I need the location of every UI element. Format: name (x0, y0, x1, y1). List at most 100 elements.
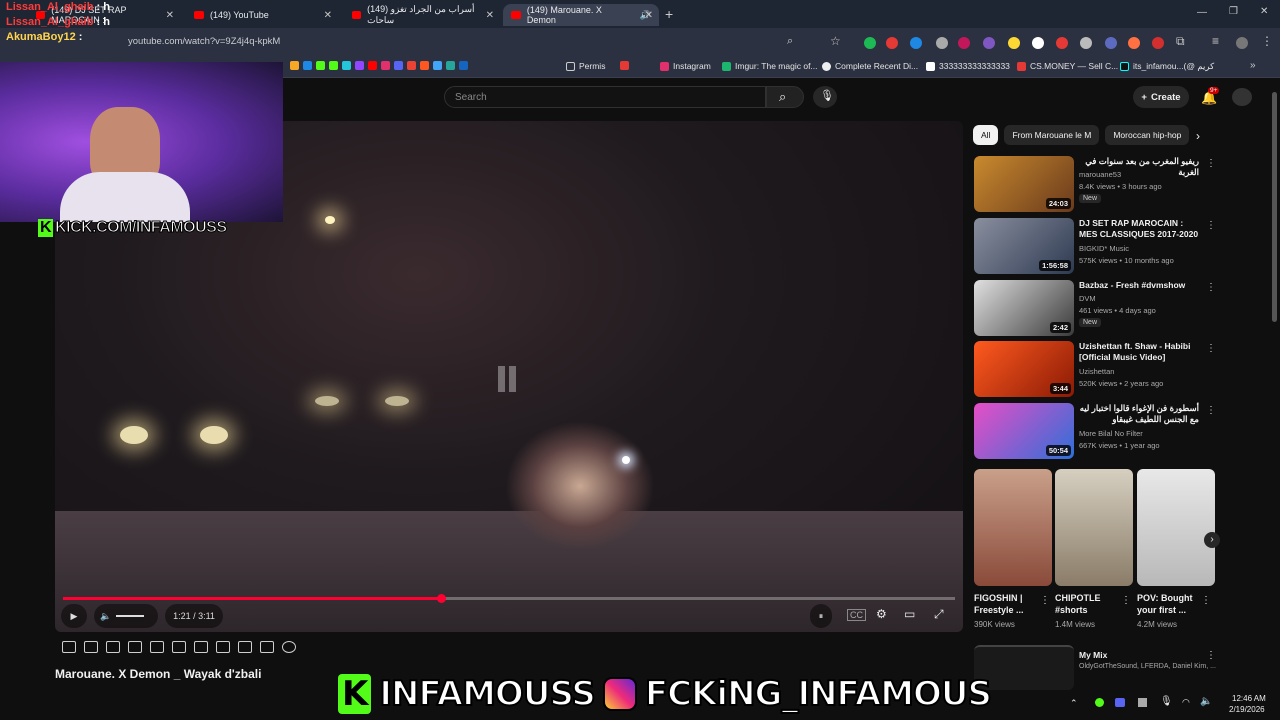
gear-icon[interactable] (282, 641, 296, 653)
fullscreen-icon[interactable]: ⤢ (934, 607, 944, 622)
extension-icon[interactable] (1128, 37, 1140, 49)
thumbnail[interactable]: 3:44 (974, 341, 1074, 397)
pip-icon[interactable] (150, 641, 164, 653)
close-window-button[interactable]: ✕ (1260, 6, 1268, 17)
calendar-icon[interactable] (128, 641, 142, 653)
bookmark-icon[interactable] (342, 61, 351, 70)
playlist-icon[interactable] (106, 641, 120, 653)
kick-icon[interactable] (316, 61, 325, 70)
close-icon[interactable]: ✕ (166, 10, 174, 21)
instagram-icon[interactable] (381, 61, 390, 70)
thumbnail[interactable]: 24:03 (974, 156, 1074, 212)
more-options-icon[interactable]: ⋮ (1201, 595, 1211, 606)
chip-from-channel[interactable]: From Marouane le M (1004, 125, 1100, 145)
theater-mode-icon[interactable]: ▭ (904, 607, 915, 621)
binance-icon[interactable] (290, 61, 299, 70)
bookmark-icon[interactable] (420, 61, 429, 70)
more-options-icon[interactable]: ⋮ (1206, 343, 1216, 354)
chip-all[interactable]: All (973, 125, 999, 145)
bookmark-permis[interactable]: Permis (566, 61, 605, 71)
recommendation-item[interactable]: 3:44 Uzishettan ft. Shaw - Habibi [Offic… (974, 341, 1216, 397)
thumbnail[interactable]: 2:42 (974, 280, 1074, 336)
mic-icon[interactable]: 🎙 (1160, 696, 1173, 707)
tab-youtube[interactable]: (149) YouTube ✕ (186, 4, 338, 26)
bookmark-333[interactable]: 333333333333333 (926, 61, 1010, 71)
tab-locusts[interactable]: (149) أسراب من الجراد تغزو ساحات ✕ (344, 4, 500, 26)
extension-icon[interactable] (864, 37, 876, 49)
close-icon[interactable]: ✕ (645, 10, 653, 21)
short-thumbnail[interactable] (1137, 469, 1215, 586)
kick-icon[interactable] (329, 61, 338, 70)
tab-search-icon[interactable]: ≡ (1212, 34, 1219, 48)
recommendation-item[interactable]: 50:54 أسطورة فن الإغواء قالوا اختبار ليه… (974, 403, 1216, 459)
maximize-button[interactable]: ❐ (1229, 6, 1238, 17)
zoom-icon[interactable]: ⌕ (787, 35, 793, 48)
new-tab-button[interactable]: + (665, 6, 673, 22)
discord-icon[interactable] (1115, 698, 1125, 707)
bookmark-tiktok[interactable]: its_infamou...(@ كريم (1120, 61, 1214, 72)
bookmark-icon[interactable] (394, 61, 403, 70)
voice-search-button[interactable]: 🎙 (813, 86, 837, 108)
short-thumbnail[interactable] (1055, 469, 1133, 586)
bookmark-icon[interactable] (303, 61, 312, 70)
more-options-icon[interactable]: ⋮ (1206, 220, 1216, 231)
bookmark-star-icon[interactable]: ☆ (830, 34, 841, 48)
chevron-right-icon[interactable]: » (1250, 60, 1256, 71)
chevron-right-icon[interactable]: › (1196, 129, 1200, 143)
extensions-puzzle-icon[interactable]: ⧉ (1176, 34, 1185, 49)
volume-slider[interactable] (116, 615, 145, 617)
screenshot-icon[interactable] (216, 641, 230, 653)
bookmark-icon[interactable] (620, 61, 629, 70)
more-options-icon[interactable]: ⋮ (1040, 595, 1050, 606)
tab-marouane-active[interactable]: (149) Marouane. X Demon 🔊 ✕ (503, 4, 659, 26)
more-options-icon[interactable]: ⋮ (1206, 405, 1216, 416)
mini-player-icon[interactable] (172, 641, 186, 653)
profile-avatar[interactable] (1236, 37, 1248, 49)
url-field[interactable]: youtube.com/watch?v=9Z4j4q-kpkM (128, 36, 280, 47)
extension-icon[interactable] (1032, 37, 1044, 49)
close-icon[interactable]: ✕ (324, 10, 332, 21)
more-options-icon[interactable]: ⋮ (1206, 158, 1216, 169)
captions-icon[interactable]: CC (847, 609, 866, 621)
menu-kebab-icon[interactable]: ⋮ (1261, 34, 1273, 48)
recommendation-item[interactable]: 24:03 ريفيو المغرب من بعد سنوات في الغرب… (974, 156, 1216, 212)
avatar[interactable] (1232, 88, 1252, 106)
extension-icon[interactable] (1152, 37, 1164, 49)
wifi-icon[interactable]: ◠ (1182, 697, 1190, 708)
loop-icon[interactable] (62, 641, 76, 653)
clock-date[interactable]: 2/19/2026 (1229, 705, 1265, 714)
clock-time[interactable]: 12:46 AM (1232, 694, 1266, 703)
progress-bar[interactable] (63, 594, 955, 603)
minimize-button[interactable]: — (1197, 7, 1207, 18)
tray-app-icon[interactable] (1095, 698, 1104, 707)
mix-title[interactable]: My Mix (1079, 650, 1107, 660)
more-options-icon[interactable]: ⋮ (1206, 650, 1216, 661)
extension-icon[interactable] (1008, 37, 1020, 49)
tray-app-icon[interactable] (1138, 698, 1147, 707)
extension-icon[interactable] (910, 37, 922, 49)
create-button[interactable]: + Create (1133, 86, 1189, 108)
bookmark-icon[interactable] (459, 61, 468, 70)
recommendation-item[interactable]: 1:56:58 DJ SET RAP MAROCAIN : MES CLASSI… (974, 218, 1216, 274)
chevron-up-icon[interactable]: ⌃ (1070, 698, 1078, 709)
thumbnail[interactable]: 1:56:58 (974, 218, 1074, 274)
extension-icon[interactable] (1105, 37, 1117, 49)
flask-icon[interactable] (260, 641, 274, 653)
autoplay-toggle[interactable]: ⏸ (810, 604, 832, 628)
bookmark-github[interactable]: Complete Recent Di... (822, 61, 918, 71)
bookmark-icon[interactable] (433, 61, 442, 70)
extension-icon[interactable] (1080, 37, 1092, 49)
search-input[interactable]: Search (444, 86, 766, 108)
settings-gear-icon[interactable]: ⚙ (876, 607, 887, 621)
extension-icon[interactable] (958, 37, 970, 49)
volume-control[interactable]: 🔈 (94, 604, 158, 628)
bookmark-csmoney[interactable]: CS.MONEY — Sell C... (1017, 61, 1118, 71)
camera-icon[interactable] (238, 641, 252, 653)
play-button[interactable]: ▶ (61, 604, 87, 628)
bookmark-imgur[interactable]: Imgur: The magic of... (722, 61, 818, 71)
more-options-icon[interactable]: ⋮ (1121, 595, 1131, 606)
recommendation-item[interactable]: 2:42 Bazbaz - Fresh #dvmshow DVM 461 vie… (974, 280, 1216, 336)
chevron-right-icon[interactable]: › (1204, 532, 1220, 548)
thumbnail[interactable]: 50:54 (974, 403, 1074, 459)
chip-moroccan-hiphop[interactable]: Moroccan hip-hop (1105, 125, 1190, 145)
